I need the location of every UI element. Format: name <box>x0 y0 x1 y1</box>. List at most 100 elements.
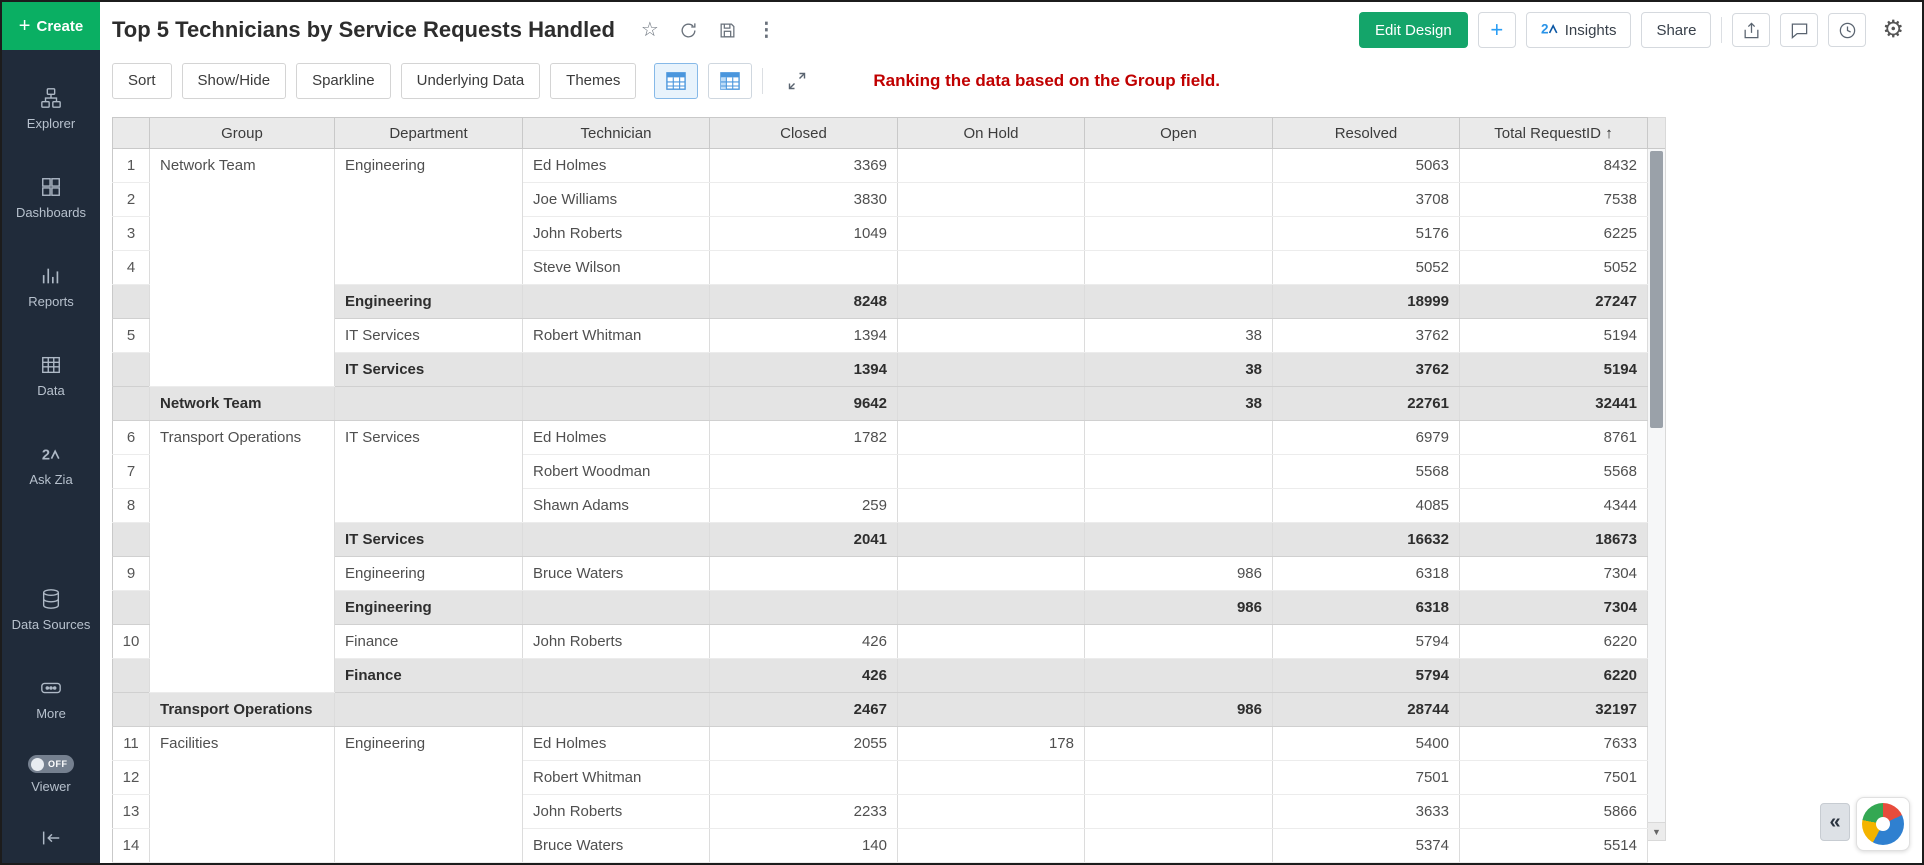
sidebar-item-data[interactable]: Data <box>2 353 100 398</box>
refresh-icon[interactable] <box>679 21 698 40</box>
favorite-star-icon[interactable]: ☆ <box>641 20 659 40</box>
technician-cell[interactable]: Ed Holmes <box>523 727 710 761</box>
closed-cell[interactable]: 2233 <box>710 795 898 829</box>
scroll-down-arrow-icon[interactable]: ▼ <box>1648 822 1665 840</box>
on-hold-cell[interactable] <box>898 659 1085 693</box>
open-cell[interactable]: 986 <box>1085 591 1273 625</box>
on-hold-cell[interactable] <box>898 353 1085 387</box>
resolved-cell[interactable]: 6979 <box>1273 421 1460 455</box>
open-cell[interactable] <box>1085 285 1273 319</box>
resize-columns-icon[interactable] <box>777 63 817 99</box>
technician-cell[interactable]: Ed Holmes <box>523 421 710 455</box>
on-hold-cell[interactable] <box>898 421 1085 455</box>
resolved-cell[interactable]: 3762 <box>1273 353 1460 387</box>
resolved-cell[interactable]: 7501 <box>1273 761 1460 795</box>
on-hold-cell[interactable] <box>898 319 1085 353</box>
open-cell[interactable] <box>1085 251 1273 285</box>
department-cell[interactable]: IT Services <box>335 319 523 353</box>
save-icon[interactable] <box>718 21 737 40</box>
themes-button[interactable]: Themes <box>550 63 636 99</box>
resolved-cell[interactable]: 16632 <box>1273 523 1460 557</box>
total-requestid-cell[interactable]: 6220 <box>1460 659 1648 693</box>
closed-cell[interactable]: 8248 <box>710 285 898 319</box>
resolved-cell[interactable]: 3762 <box>1273 319 1460 353</box>
closed-cell[interactable]: 259 <box>710 489 898 523</box>
department-cell[interactable]: Engineering <box>335 727 523 863</box>
technician-cell[interactable]: John Roberts <box>523 795 710 829</box>
technician-cell[interactable]: John Roberts <box>523 217 710 251</box>
closed-cell[interactable]: 3369 <box>710 149 898 183</box>
technician-cell[interactable]: John Roberts <box>523 625 710 659</box>
closed-cell[interactable]: 2041 <box>710 523 898 557</box>
technician-cell[interactable]: Robert Woodman <box>523 455 710 489</box>
resolved-cell[interactable]: 22761 <box>1273 387 1460 421</box>
open-cell[interactable] <box>1085 625 1273 659</box>
closed-cell[interactable]: 426 <box>710 625 898 659</box>
on-hold-cell[interactable] <box>898 591 1085 625</box>
open-cell[interactable] <box>1085 795 1273 829</box>
vertical-scrollbar[interactable]: ▼ <box>1648 117 1666 841</box>
sort-button[interactable]: Sort <box>112 63 172 99</box>
resolved-cell[interactable]: 5400 <box>1273 727 1460 761</box>
total-requestid-cell[interactable]: 7501 <box>1460 761 1648 795</box>
closed-cell[interactable]: 9642 <box>710 387 898 421</box>
open-cell[interactable]: 986 <box>1085 557 1273 591</box>
sidebar-item-dashboards[interactable]: Dashboards <box>2 175 100 220</box>
department-subtotal-label-cell[interactable]: IT Services <box>335 353 523 387</box>
on-hold-cell[interactable] <box>898 489 1085 523</box>
closed-cell[interactable]: 1394 <box>710 319 898 353</box>
department-cell[interactable]: Finance <box>335 625 523 659</box>
column-header-on-hold[interactable]: On Hold <box>898 118 1085 149</box>
total-requestid-cell[interactable]: 5866 <box>1460 795 1648 829</box>
sidebar-item-viewer[interactable]: OFF Viewer <box>2 755 100 794</box>
sparkline-button[interactable]: Sparkline <box>296 63 391 99</box>
on-hold-cell[interactable]: 178 <box>898 727 1085 761</box>
sidebar-item-explorer[interactable]: Explorer <box>2 86 100 131</box>
on-hold-cell[interactable] <box>898 183 1085 217</box>
settings-gear-icon[interactable]: ⚙ <box>1882 18 1904 42</box>
technician-cell[interactable]: Robert Whitman <box>523 761 710 795</box>
closed-cell[interactable]: 3830 <box>710 183 898 217</box>
resolved-cell[interactable]: 5374 <box>1273 829 1460 863</box>
history-clock-icon[interactable] <box>1828 13 1866 47</box>
resolved-cell[interactable]: 18999 <box>1273 285 1460 319</box>
add-button[interactable]: + <box>1478 12 1516 48</box>
more-options-kebab-icon[interactable]: ⋮ <box>757 21 776 40</box>
open-cell[interactable] <box>1085 489 1273 523</box>
on-hold-cell[interactable] <box>898 251 1085 285</box>
department-subtotal-label-cell[interactable]: Engineering <box>335 285 523 319</box>
column-header-group[interactable]: Group <box>150 118 335 149</box>
resolved-cell[interactable]: 6318 <box>1273 591 1460 625</box>
group-cell[interactable]: Network Team <box>150 149 335 387</box>
sidebar-item-more[interactable]: More <box>2 676 100 721</box>
on-hold-cell[interactable] <box>898 693 1085 727</box>
technician-cell[interactable]: Steve Wilson <box>523 251 710 285</box>
create-button[interactable]: + Create <box>2 2 100 50</box>
open-cell[interactable]: 38 <box>1085 353 1273 387</box>
scrollbar-thumb[interactable] <box>1650 151 1663 428</box>
closed-cell[interactable] <box>710 591 898 625</box>
total-requestid-cell[interactable]: 6225 <box>1460 217 1648 251</box>
open-cell[interactable] <box>1085 455 1273 489</box>
closed-cell[interactable] <box>710 251 898 285</box>
on-hold-cell[interactable] <box>898 761 1085 795</box>
technician-cell[interactable]: Bruce Waters <box>523 557 710 591</box>
on-hold-cell[interactable] <box>898 387 1085 421</box>
viewer-toggle[interactable]: OFF <box>28 755 74 773</box>
total-requestid-cell[interactable]: 8432 <box>1460 149 1648 183</box>
on-hold-cell[interactable] <box>898 149 1085 183</box>
open-cell[interactable] <box>1085 149 1273 183</box>
department-cell[interactable]: IT Services <box>335 421 523 523</box>
total-requestid-cell[interactable]: 5052 <box>1460 251 1648 285</box>
column-header-technician[interactable]: Technician <box>523 118 710 149</box>
total-requestid-cell[interactable]: 32441 <box>1460 387 1648 421</box>
share-button[interactable]: Share <box>1641 12 1711 48</box>
department-subtotal-label-cell[interactable]: Engineering <box>335 591 523 625</box>
open-cell[interactable]: 38 <box>1085 387 1273 421</box>
total-requestid-cell[interactable]: 7304 <box>1460 557 1648 591</box>
open-cell[interactable] <box>1085 829 1273 863</box>
collapse-panel-button[interactable]: « <box>1820 803 1850 841</box>
on-hold-cell[interactable] <box>898 523 1085 557</box>
department-cell[interactable]: Engineering <box>335 557 523 591</box>
sidebar-collapse-icon[interactable] <box>2 827 100 849</box>
